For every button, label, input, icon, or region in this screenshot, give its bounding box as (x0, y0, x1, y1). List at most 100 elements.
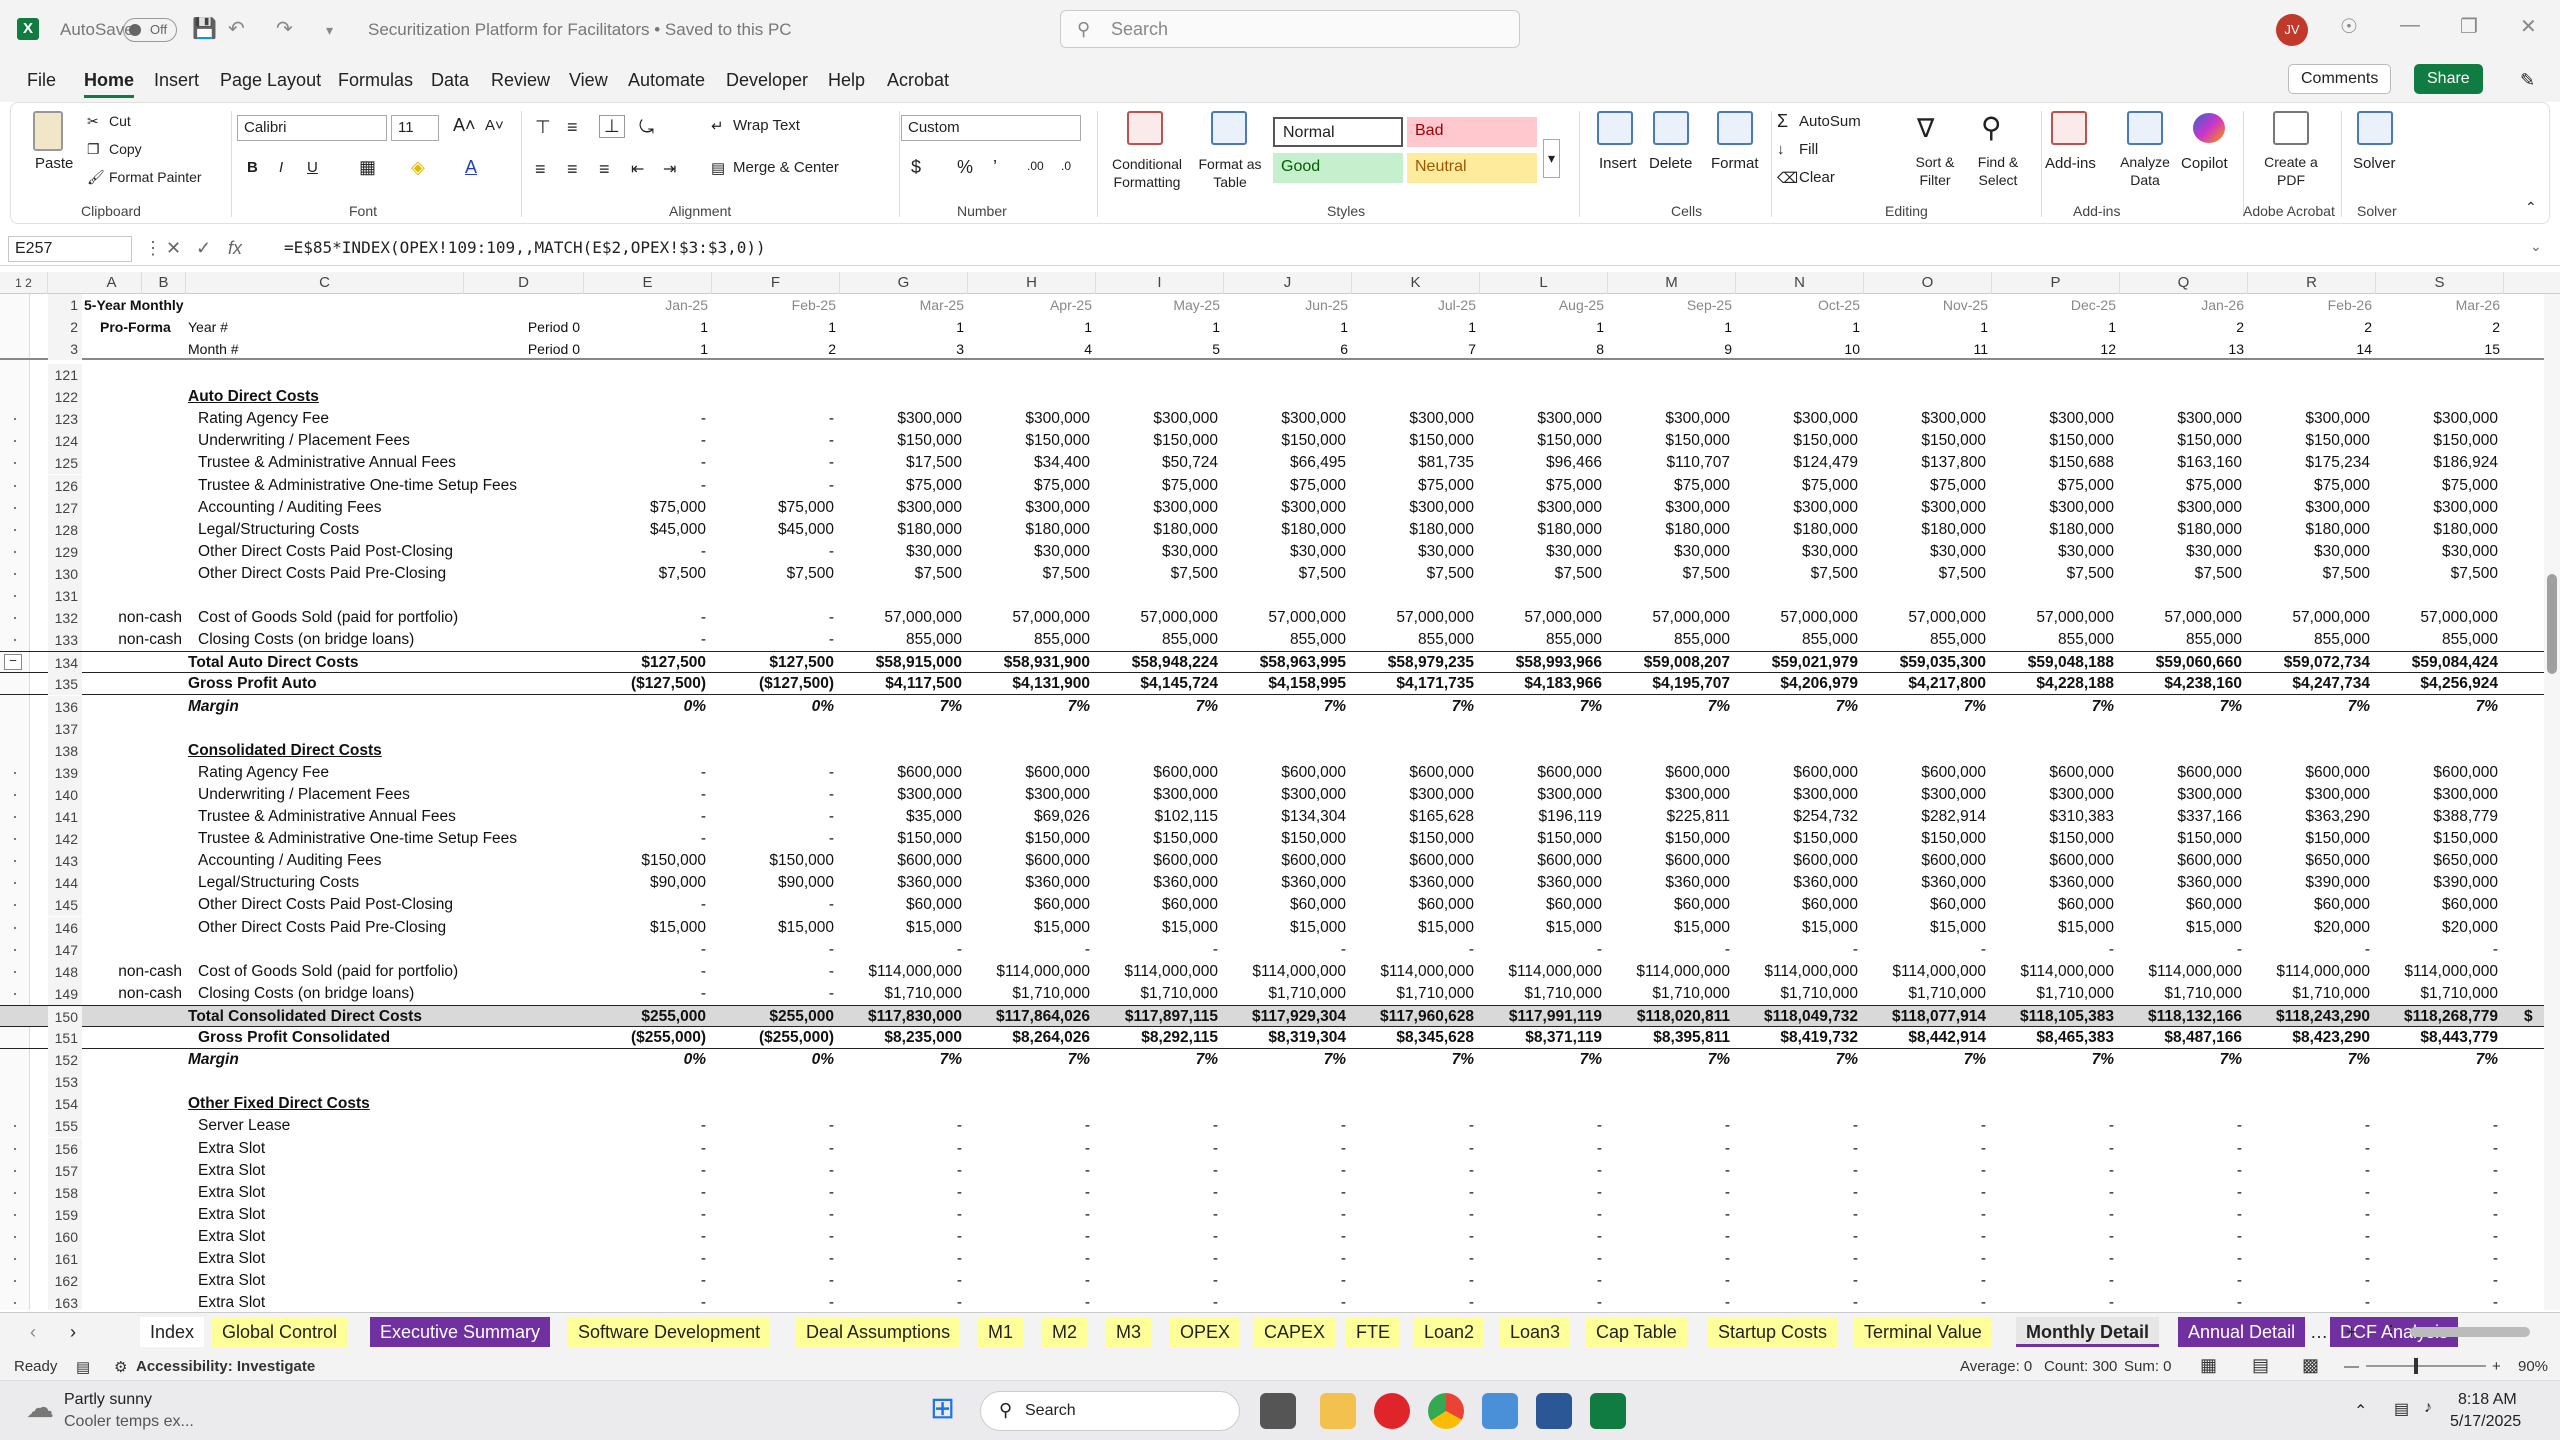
value-cell[interactable]: - (584, 430, 706, 452)
sheet-tab[interactable]: Deal Assumptions (796, 1317, 961, 1347)
zoom-level[interactable]: 90% (2518, 1358, 2548, 1375)
value-cell[interactable]: $1,710,000 (1480, 983, 1602, 1005)
line-item-label[interactable]: Other Direct Costs Paid Pre-Closing (198, 917, 446, 939)
value-cell[interactable]: $114,000,000 (1992, 961, 2114, 983)
value-cell[interactable]: - (1480, 939, 1602, 961)
value-cell[interactable]: $360,000 (1224, 872, 1346, 894)
value-cell[interactable]: $8,235,000 (840, 1027, 962, 1049)
value-cell[interactable]: $75,000 (1864, 475, 1986, 497)
value-cell[interactable]: - (1608, 1248, 1730, 1270)
value-cell[interactable]: - (584, 939, 706, 961)
value-cell[interactable]: 57,000,000 (1864, 607, 1986, 629)
value-cell[interactable]: $8,423,290 (2248, 1027, 2370, 1049)
year-number[interactable]: 1 (712, 316, 836, 338)
value-cell[interactable]: $30,000 (1864, 541, 1986, 563)
value-cell[interactable]: $150,000 (1864, 430, 1986, 452)
value-cell[interactable]: $180,000 (2120, 519, 2242, 541)
value-cell[interactable]: - (1480, 1226, 1602, 1248)
value-cell[interactable]: $360,000 (1864, 872, 1986, 894)
value-cell[interactable]: - (584, 828, 706, 850)
value-cell[interactable]: $150,000 (840, 828, 962, 850)
value-cell[interactable]: $180,000 (2248, 519, 2370, 541)
value-cell[interactable]: $114,000,000 (1096, 961, 1218, 983)
row-number[interactable]: 121 (48, 364, 82, 386)
value-cell[interactable]: $17,500 (840, 452, 962, 474)
value-cell[interactable]: $137,800 (1864, 452, 1986, 474)
value-cell[interactable]: $15,000 (1224, 917, 1346, 939)
value-cell[interactable]: - (1992, 1292, 2114, 1310)
value-cell[interactable]: $300,000 (1480, 408, 1602, 430)
value-cell[interactable]: $600,000 (2376, 762, 2498, 784)
value-cell[interactable]: $300,000 (840, 497, 962, 519)
value-cell[interactable]: $60,000 (1096, 894, 1218, 916)
value-cell[interactable]: - (840, 1115, 962, 1137)
value-cell[interactable]: $4,247,734 (2248, 673, 2370, 695)
row-number[interactable]: 153 (48, 1071, 82, 1094)
copilot-button[interactable]: Copilot (2181, 155, 2228, 172)
row-number[interactable]: 145 (48, 894, 82, 917)
value-cell[interactable]: - (1480, 1182, 1602, 1204)
value-cell[interactable]: 7% (968, 696, 1090, 718)
line-item-label[interactable]: Trustee & Administrative Annual Fees (198, 452, 456, 474)
row-number[interactable]: 141 (48, 806, 82, 828)
value-cell[interactable]: $90,000 (712, 872, 834, 894)
value-cell[interactable]: - (1864, 1115, 1986, 1137)
value-cell[interactable]: $4,117,500 (840, 673, 962, 695)
value-cell[interactable]: - (1480, 1248, 1602, 1270)
year-number[interactable]: 1 (1480, 316, 1604, 338)
year-number[interactable]: 1 (968, 316, 1092, 338)
col-header-b[interactable]: B (142, 272, 186, 294)
row-number[interactable]: 155 (48, 1115, 82, 1138)
expand-formula-icon[interactable]: ⌄ (2530, 238, 2542, 255)
value-cell[interactable]: $180,000 (1864, 519, 1986, 541)
value-cell[interactable]: $300,000 (1736, 408, 1858, 430)
sheet-tab[interactable]: OPEX (1170, 1317, 1241, 1347)
value-cell[interactable]: $600,000 (2248, 762, 2370, 784)
value-cell[interactable]: $337,166 (2120, 806, 2242, 828)
page-break-view-icon[interactable]: ▩ (2302, 1355, 2319, 1376)
value-cell[interactable]: - (712, 983, 834, 1005)
row-number[interactable]: 122 (48, 386, 82, 409)
value-cell[interactable]: $30,000 (1224, 541, 1346, 563)
value-cell[interactable]: $8,487,166 (2120, 1027, 2242, 1049)
value-cell[interactable]: $118,049,732 (1736, 1006, 1858, 1028)
value-cell[interactable]: 7% (1608, 696, 1730, 718)
row-number[interactable]: 132 (48, 607, 82, 630)
value-cell[interactable]: $300,000 (1992, 784, 2114, 806)
value-cell[interactable]: - (2248, 1248, 2370, 1270)
value-cell[interactable]: - (584, 1292, 706, 1310)
period-date[interactable]: Apr-25 (968, 294, 1092, 316)
value-cell[interactable]: $300,000 (1096, 408, 1218, 430)
value-cell[interactable]: $150,000 (1480, 430, 1602, 452)
zoom-out-icon[interactable]: — (2344, 1358, 2359, 1375)
col-header-g[interactable]: G (840, 272, 968, 294)
outline-level-buttons[interactable]: 1 2 (0, 272, 48, 294)
task-view-icon[interactable] (1260, 1393, 1296, 1429)
year-number[interactable]: 1 (1224, 316, 1348, 338)
value-cell[interactable]: $30,000 (1736, 541, 1858, 563)
row-number[interactable]: 157 (48, 1159, 82, 1182)
value-cell[interactable]: - (1352, 1226, 1474, 1248)
value-cell[interactable]: - (1608, 1226, 1730, 1248)
value-cell[interactable]: $75,000 (840, 475, 962, 497)
value-cell[interactable]: - (584, 629, 706, 651)
row-number[interactable]: 152 (48, 1049, 82, 1072)
value-cell[interactable]: $300,000 (1992, 497, 2114, 519)
styles-more-icon[interactable]: ▾ (1543, 139, 1561, 178)
percent-icon[interactable]: % (957, 157, 973, 178)
non-cash-label[interactable]: non-cash (118, 629, 182, 651)
paste-button[interactable]: Paste (35, 155, 73, 172)
month-number[interactable]: 10 (1736, 338, 1860, 360)
value-cell[interactable]: - (1480, 1160, 1602, 1182)
col-header-q[interactable]: Q (2120, 272, 2248, 294)
value-cell[interactable]: $4,195,707 (1608, 673, 1730, 695)
value-cell[interactable]: $180,000 (2376, 519, 2498, 541)
col-header-o[interactable]: O (1864, 272, 1992, 294)
value-cell[interactable]: $114,000,000 (840, 961, 962, 983)
value-cell[interactable]: - (584, 452, 706, 474)
conditional-formatting-button[interactable]: Conditional Formatting (1107, 155, 1187, 191)
windows-start-icon[interactable]: ⊞ (930, 1391, 955, 1426)
value-cell[interactable]: $1,710,000 (2376, 983, 2498, 1005)
value-cell[interactable]: $300,000 (1736, 497, 1858, 519)
value-cell[interactable]: - (2376, 1182, 2498, 1204)
